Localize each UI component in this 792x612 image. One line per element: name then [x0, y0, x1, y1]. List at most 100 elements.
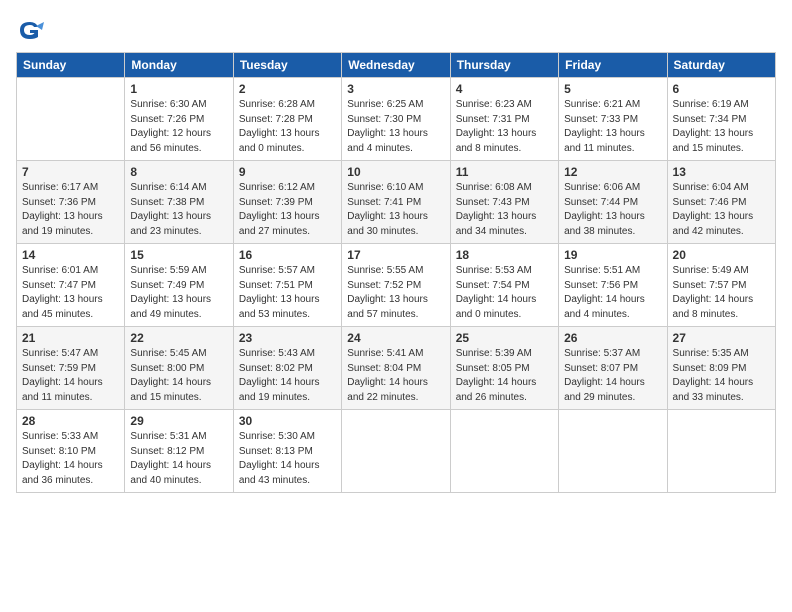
day-info: Sunrise: 6:30 AM Sunset: 7:26 PM Dayligh…	[130, 98, 227, 156]
day-info: Sunrise: 6:19 AM Sunset: 7:34 PM Dayligh…	[673, 98, 770, 156]
day-info: Sunrise: 5:37 AM Sunset: 8:07 PM Dayligh…	[564, 347, 661, 405]
day-number: 13	[673, 165, 770, 179]
week-row-4: 21 Sunrise: 5:47 AM Sunset: 7:59 PM Dayli…	[17, 327, 776, 410]
day-cell: 7 Sunrise: 6:17 AM Sunset: 7:36 PM Daylig…	[17, 161, 125, 244]
day-number: 29	[130, 414, 227, 428]
weekday-header-saturday: Saturday	[667, 53, 775, 78]
week-row-5: 28Sunrise: 5:33 AM Sunset: 8:10 PM Dayli…	[17, 410, 776, 493]
day-cell: 21 Sunrise: 5:47 AM Sunset: 7:59 PM Dayli…	[17, 327, 125, 410]
day-cell	[450, 410, 558, 493]
day-cell: 5 Sunrise: 6:21 AM Sunset: 7:33 PM Daylig…	[559, 78, 667, 161]
day-cell: 8 Sunrise: 6:14 AM Sunset: 7:38 PM Daylig…	[125, 161, 233, 244]
day-number: 1	[130, 82, 227, 96]
day-cell: 1 Sunrise: 6:30 AM Sunset: 7:26 PM Daylig…	[125, 78, 233, 161]
day-info: Sunrise: 5:35 AM Sunset: 8:09 PM Dayligh…	[673, 347, 770, 405]
day-number: 26	[564, 331, 661, 345]
day-cell: 30 Sunrise: 5:30 AM Sunset: 8:13 PM Dayli…	[233, 410, 341, 493]
day-number: 24	[347, 331, 444, 345]
day-cell: 10 Sunrise: 6:10 AM Sunset: 7:41 PM Dayli…	[342, 161, 450, 244]
day-cell	[667, 410, 775, 493]
day-number: 17	[347, 248, 444, 262]
day-cell: 11Sunrise: 6:08 AM Sunset: 7:43 PM Dayli…	[450, 161, 558, 244]
day-info: Sunrise: 5:47 AM Sunset: 7:59 PM Dayligh…	[22, 347, 119, 405]
day-cell: 14 Sunrise: 6:01 AM Sunset: 7:47 PM Dayli…	[17, 244, 125, 327]
page-header	[16, 16, 776, 44]
day-info: Sunrise: 5:55 AM Sunset: 7:52 PM Dayligh…	[347, 264, 444, 322]
day-info: Sunrise: 6:01 AM Sunset: 7:47 PM Dayligh…	[22, 264, 119, 322]
day-number: 2	[239, 82, 336, 96]
day-number: 4	[456, 82, 553, 96]
day-number: 5	[564, 82, 661, 96]
day-number: 22	[130, 331, 227, 345]
day-info: Sunrise: 5:51 AM Sunset: 7:56 PM Dayligh…	[564, 264, 661, 322]
day-cell: 3Sunrise: 6:25 AM Sunset: 7:30 PM Daylig…	[342, 78, 450, 161]
day-number: 20	[673, 248, 770, 262]
day-number: 9	[239, 165, 336, 179]
day-cell: 16 Sunrise: 5:57 AM Sunset: 7:51 PM Dayli…	[233, 244, 341, 327]
day-info: Sunrise: 6:17 AM Sunset: 7:36 PM Dayligh…	[22, 181, 119, 239]
day-number: 16	[239, 248, 336, 262]
day-cell	[342, 410, 450, 493]
day-info: Sunrise: 5:49 AM Sunset: 7:57 PM Dayligh…	[673, 264, 770, 322]
day-number: 10	[347, 165, 444, 179]
weekday-header-row: SundayMondayTuesdayWednesdayThursdayFrid…	[17, 53, 776, 78]
day-cell: 12Sunrise: 6:06 AM Sunset: 7:44 PM Dayli…	[559, 161, 667, 244]
weekday-header-friday: Friday	[559, 53, 667, 78]
day-number: 14	[22, 248, 119, 262]
day-info: Sunrise: 6:21 AM Sunset: 7:33 PM Dayligh…	[564, 98, 661, 156]
day-info: Sunrise: 5:31 AM Sunset: 8:12 PM Dayligh…	[130, 430, 227, 488]
logo	[16, 16, 48, 44]
day-info: Sunrise: 6:12 AM Sunset: 7:39 PM Dayligh…	[239, 181, 336, 239]
weekday-header-sunday: Sunday	[17, 53, 125, 78]
day-cell: 13 Sunrise: 6:04 AM Sunset: 7:46 PM Dayli…	[667, 161, 775, 244]
day-cell: 9 Sunrise: 6:12 AM Sunset: 7:39 PM Daylig…	[233, 161, 341, 244]
day-cell: 4 Sunrise: 6:23 AM Sunset: 7:31 PM Daylig…	[450, 78, 558, 161]
day-cell: 24 Sunrise: 5:41 AM Sunset: 8:04 PM Dayli…	[342, 327, 450, 410]
day-number: 3	[347, 82, 444, 96]
day-info: Sunrise: 6:10 AM Sunset: 7:41 PM Dayligh…	[347, 181, 444, 239]
day-number: 8	[130, 165, 227, 179]
day-cell: 20 Sunrise: 5:49 AM Sunset: 7:57 PM Dayli…	[667, 244, 775, 327]
day-number: 30	[239, 414, 336, 428]
weekday-header-wednesday: Wednesday	[342, 53, 450, 78]
logo-icon	[16, 16, 44, 44]
week-row-1: 1 Sunrise: 6:30 AM Sunset: 7:26 PM Daylig…	[17, 78, 776, 161]
day-info: Sunrise: 5:59 AM Sunset: 7:49 PM Dayligh…	[130, 264, 227, 322]
day-info: Sunrise: 5:30 AM Sunset: 8:13 PM Dayligh…	[239, 430, 336, 488]
day-number: 6	[673, 82, 770, 96]
day-cell: 28Sunrise: 5:33 AM Sunset: 8:10 PM Dayli…	[17, 410, 125, 493]
day-number: 7	[22, 165, 119, 179]
day-number: 27	[673, 331, 770, 345]
day-cell	[559, 410, 667, 493]
weekday-header-tuesday: Tuesday	[233, 53, 341, 78]
day-number: 19	[564, 248, 661, 262]
weekday-header-monday: Monday	[125, 53, 233, 78]
day-cell: 23 Sunrise: 5:43 AM Sunset: 8:02 PM Dayli…	[233, 327, 341, 410]
day-cell: 2Sunrise: 6:28 AM Sunset: 7:28 PM Daylig…	[233, 78, 341, 161]
day-cell: 19 Sunrise: 5:51 AM Sunset: 7:56 PM Dayli…	[559, 244, 667, 327]
day-info: Sunrise: 5:57 AM Sunset: 7:51 PM Dayligh…	[239, 264, 336, 322]
day-cell: 15Sunrise: 5:59 AM Sunset: 7:49 PM Dayli…	[125, 244, 233, 327]
weekday-header-thursday: Thursday	[450, 53, 558, 78]
calendar-table: SundayMondayTuesdayWednesdayThursdayFrid…	[16, 52, 776, 493]
day-number: 23	[239, 331, 336, 345]
day-info: Sunrise: 5:53 AM Sunset: 7:54 PM Dayligh…	[456, 264, 553, 322]
day-cell: 18 Sunrise: 5:53 AM Sunset: 7:54 PM Dayli…	[450, 244, 558, 327]
day-number: 12	[564, 165, 661, 179]
week-row-3: 14 Sunrise: 6:01 AM Sunset: 7:47 PM Dayli…	[17, 244, 776, 327]
day-info: Sunrise: 5:33 AM Sunset: 8:10 PM Dayligh…	[22, 430, 119, 488]
day-cell: 6 Sunrise: 6:19 AM Sunset: 7:34 PM Daylig…	[667, 78, 775, 161]
day-cell: 22Sunrise: 5:45 AM Sunset: 8:00 PM Dayli…	[125, 327, 233, 410]
day-number: 25	[456, 331, 553, 345]
day-info: Sunrise: 5:41 AM Sunset: 8:04 PM Dayligh…	[347, 347, 444, 405]
day-info: Sunrise: 6:04 AM Sunset: 7:46 PM Dayligh…	[673, 181, 770, 239]
day-info: Sunrise: 6:14 AM Sunset: 7:38 PM Dayligh…	[130, 181, 227, 239]
day-number: 18	[456, 248, 553, 262]
day-number: 11	[456, 165, 553, 179]
day-info: Sunrise: 5:43 AM Sunset: 8:02 PM Dayligh…	[239, 347, 336, 405]
day-number: 21	[22, 331, 119, 345]
day-cell: 25Sunrise: 5:39 AM Sunset: 8:05 PM Dayli…	[450, 327, 558, 410]
day-cell: 26 Sunrise: 5:37 AM Sunset: 8:07 PM Dayli…	[559, 327, 667, 410]
day-info: Sunrise: 6:23 AM Sunset: 7:31 PM Dayligh…	[456, 98, 553, 156]
day-cell	[17, 78, 125, 161]
